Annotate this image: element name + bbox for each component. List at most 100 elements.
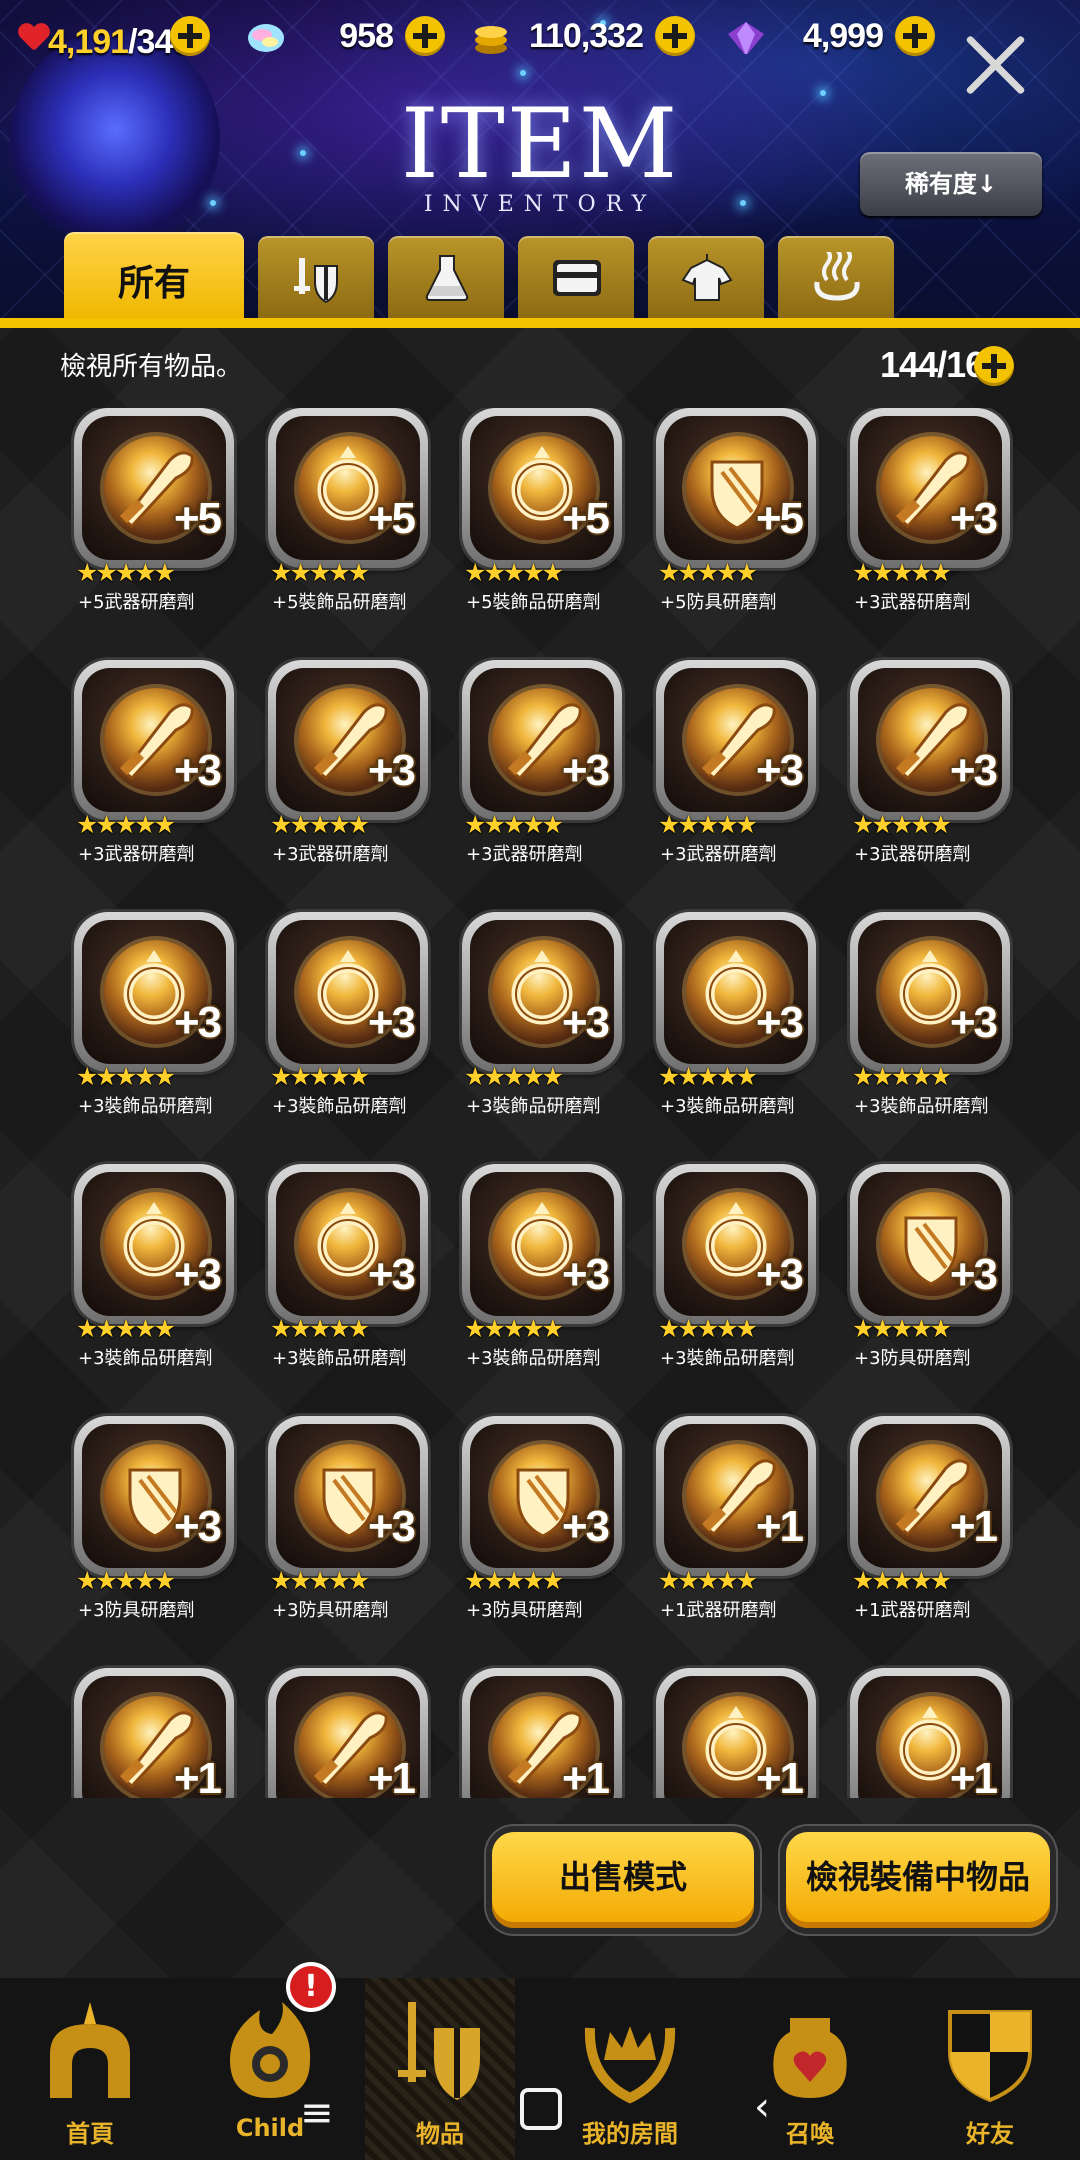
inventory-item[interactable]: +3 ★★★★★ +3裝飾品研磨劑 (70, 912, 240, 1122)
tab-hot-spring[interactable] (778, 236, 894, 318)
item-frame-inner: +1 (858, 1676, 1002, 1798)
inventory-item[interactable]: +3 ★★★★★ +3防具研磨劑 (458, 1416, 628, 1626)
inventory-item[interactable]: +3 ★★★★★ +3裝飾品研磨劑 (652, 912, 822, 1122)
item-level: +3 (561, 1250, 610, 1299)
gem-value: 958 (339, 17, 394, 55)
add-stamina-button[interactable] (170, 16, 210, 56)
item-frame-inner: +3 (470, 1172, 614, 1316)
recent-apps-icon[interactable]: ≡ (300, 2090, 334, 2136)
inventory-item[interactable]: +1 ★★★★★ +1武器研磨劑 (846, 1416, 1016, 1626)
add-gems-button[interactable] (405, 16, 445, 56)
sort-rarity-button[interactable]: 稀有度↓ (860, 152, 1042, 216)
nav-my-room-label: 我的房間 (582, 2120, 678, 2148)
inventory-item[interactable]: +1 (70, 1668, 240, 1798)
item-frame: +1 (850, 1668, 1010, 1798)
inventory-item[interactable]: +3 ★★★★★ +3武器研磨劑 (458, 660, 628, 870)
resource-bar: 4,191/346 958 110,332 4,999 (0, 8, 1080, 64)
tab-all-label: 所有 (117, 263, 190, 304)
star-rating: ★★★★★ (852, 1566, 952, 1595)
nav-summon[interactable]: 召喚 (735, 1978, 885, 2160)
star-rating: ★★★★★ (270, 558, 370, 587)
inventory-item[interactable]: +3 ★★★★★ +3防具研磨劑 (264, 1416, 434, 1626)
item-frame: +3 (656, 912, 816, 1072)
sparkle (210, 200, 216, 206)
item-grid[interactable]: +5 ★★★★★ +5武器研磨劑 +5 ★★★★★ +5裝飾品研磨劑 +5 ★★★★★ +5裝飾… (70, 408, 1020, 1798)
nav-items[interactable]: 物品 (365, 1978, 515, 2160)
inventory-item[interactable]: +5 ★★★★★ +5裝飾品研磨劑 (264, 408, 434, 618)
item-frame: +1 (462, 1668, 622, 1798)
inventory-item[interactable]: +1 (846, 1668, 1016, 1798)
inventory-item[interactable]: +1 (264, 1668, 434, 1798)
item-name: +3防具研磨劑 (272, 1600, 389, 1621)
expand-capacity-button[interactable] (974, 346, 1014, 386)
inventory-item[interactable]: +3 ★★★★★ +3武器研磨劑 (846, 408, 1016, 618)
item-frame: +1 (656, 1416, 816, 1576)
item-level: +3 (949, 746, 998, 795)
item-level: +1 (755, 1754, 804, 1798)
inventory-item[interactable]: +3 ★★★★★ +3武器研磨劑 (70, 660, 240, 870)
inventory-item[interactable]: +5 ★★★★★ +5武器研磨劑 (70, 408, 240, 618)
star-rating: ★★★★★ (464, 1062, 564, 1091)
item-level: +5 (367, 494, 416, 543)
back-icon[interactable]: ‹ (754, 2084, 770, 2130)
add-coins-button[interactable] (655, 16, 695, 56)
inventory-item[interactable]: +3 ★★★★★ +3裝飾品研磨劑 (458, 1164, 628, 1374)
item-frame: +3 (74, 1164, 234, 1324)
nav-friends[interactable]: 好友 (915, 1978, 1065, 2160)
item-frame-inner: +3 (664, 920, 808, 1064)
item-name: +3裝飾品研磨劑 (78, 1096, 213, 1117)
purple-crystal-icon (728, 22, 764, 54)
friends-icon (948, 2010, 1032, 2103)
star-rating: ★★★★★ (76, 1062, 176, 1091)
item-frame-inner: +3 (276, 920, 420, 1064)
nav-friends-label: 好友 (966, 2120, 1014, 2148)
item-name: +3武器研磨劑 (854, 592, 971, 613)
item-frame: +1 (74, 1668, 234, 1798)
item-frame: +3 (850, 408, 1010, 568)
equipment-icon (294, 258, 338, 304)
item-frame: +5 (656, 408, 816, 568)
gem-counter: 958 (240, 14, 445, 58)
item-level: +3 (949, 998, 998, 1047)
inventory-item[interactable]: +5 ★★★★★ +5裝飾品研磨劑 (458, 408, 628, 618)
close-icon[interactable] (960, 30, 1030, 100)
inventory-item[interactable]: +3 ★★★★★ +3武器研磨劑 (264, 660, 434, 870)
star-rating: ★★★★★ (658, 810, 758, 839)
inventory-item[interactable]: +3 ★★★★★ +3裝飾品研磨劑 (846, 912, 1016, 1122)
view-equipped-button[interactable]: 檢視裝備中物品 (786, 1832, 1050, 1928)
item-frame: +1 (850, 1416, 1010, 1576)
star-rating: ★★★★★ (76, 558, 176, 587)
inventory-item[interactable]: +3 ★★★★★ +3裝飾品研磨劑 (652, 1164, 822, 1374)
inventory-item[interactable]: +3 ★★★★★ +3裝飾品研磨劑 (70, 1164, 240, 1374)
tab-cards[interactable] (518, 236, 634, 318)
star-rating: ★★★★★ (270, 1566, 370, 1595)
tab-costumes[interactable] (648, 236, 764, 318)
inventory-item[interactable]: +3 ★★★★★ +3防具研磨劑 (846, 1164, 1016, 1374)
tab-all[interactable]: 所有 (64, 232, 244, 318)
item-name: +3防具研磨劑 (78, 1600, 195, 1621)
inventory-item[interactable]: +3 ★★★★★ +3防具研磨劑 (70, 1416, 240, 1626)
nav-home[interactable]: 首頁 (15, 1978, 165, 2160)
tab-potions[interactable] (388, 236, 504, 318)
nav-my-room[interactable]: 我的房間 (555, 1978, 705, 2160)
sell-mode-button[interactable]: 出售模式 (492, 1832, 754, 1928)
inventory-item[interactable]: +3 ★★★★★ +3裝飾品研磨劑 (458, 912, 628, 1122)
item-frame: +5 (268, 408, 428, 568)
inventory-item[interactable]: +3 ★★★★★ +3裝飾品研磨劑 (264, 1164, 434, 1374)
inventory-item[interactable]: +1 (652, 1668, 822, 1798)
item-name: +3武器研磨劑 (854, 844, 971, 865)
add-crystals-button[interactable] (895, 16, 935, 56)
item-name: +3裝飾品研磨劑 (272, 1348, 407, 1369)
inventory-item[interactable]: +3 ★★★★★ +3裝飾品研磨劑 (264, 912, 434, 1122)
inventory-item[interactable]: +1 (458, 1668, 628, 1798)
inventory-item[interactable]: +3 ★★★★★ +3武器研磨劑 (652, 660, 822, 870)
inventory-item[interactable]: +1 ★★★★★ +1武器研磨劑 (652, 1416, 822, 1626)
tab-equipment[interactable] (258, 236, 374, 318)
inventory-item[interactable]: +3 ★★★★★ +3武器研磨劑 (846, 660, 1016, 870)
inventory-item[interactable]: +5 ★★★★★ +5防具研磨劑 (652, 408, 822, 618)
item-level: +5 (755, 494, 804, 543)
item-name: +3裝飾品研磨劑 (272, 1096, 407, 1117)
home-system-icon[interactable] (520, 2088, 562, 2130)
heart-icon (18, 24, 48, 54)
item-frame-inner: +1 (664, 1424, 808, 1568)
